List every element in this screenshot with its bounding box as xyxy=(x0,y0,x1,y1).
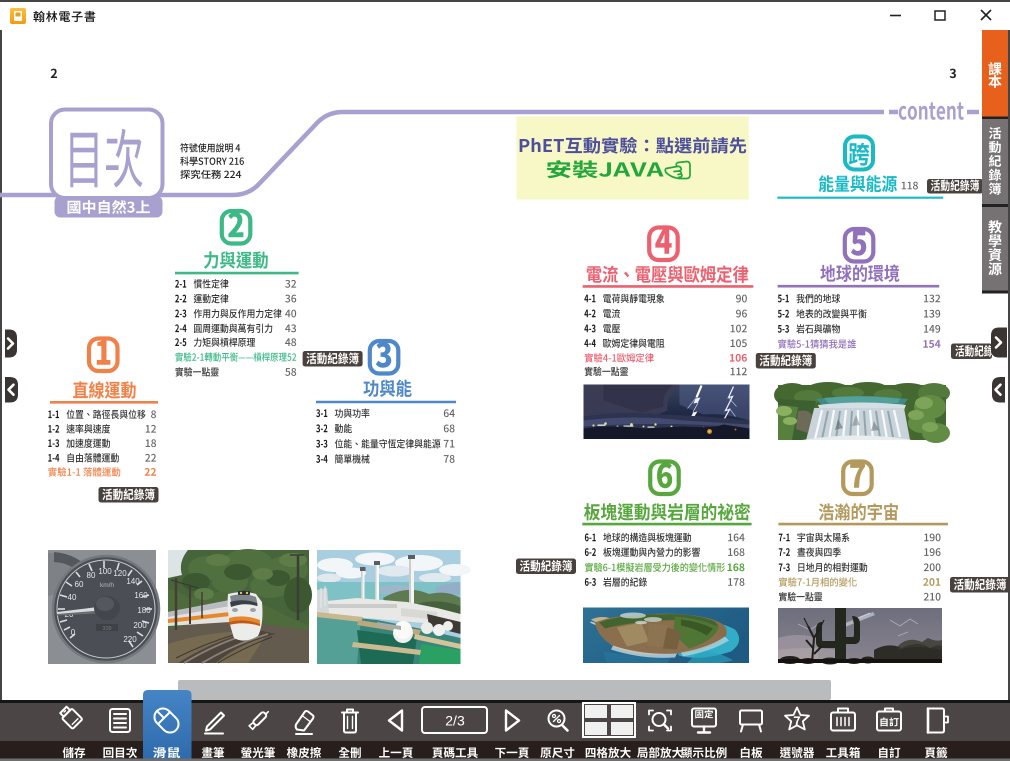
svg-text:80: 80 xyxy=(87,571,96,580)
svg-text:40: 40 xyxy=(68,593,77,602)
svg-text:100: 100 xyxy=(98,567,112,576)
svg-text:200: 200 xyxy=(133,621,147,630)
svg-text:2/3: 2/3 xyxy=(445,713,465,729)
svg-text:160: 160 xyxy=(134,591,148,600)
svg-text:km/h: km/h xyxy=(100,582,114,589)
svg-text:339: 339 xyxy=(102,626,111,632)
svg-text:0: 0 xyxy=(71,628,76,637)
svg-text:140: 140 xyxy=(126,577,140,586)
svg-text:120: 120 xyxy=(113,569,127,578)
svg-text:180: 180 xyxy=(137,606,151,615)
svg-text:220: 220 xyxy=(123,635,137,644)
svg-text:60: 60 xyxy=(75,580,84,589)
